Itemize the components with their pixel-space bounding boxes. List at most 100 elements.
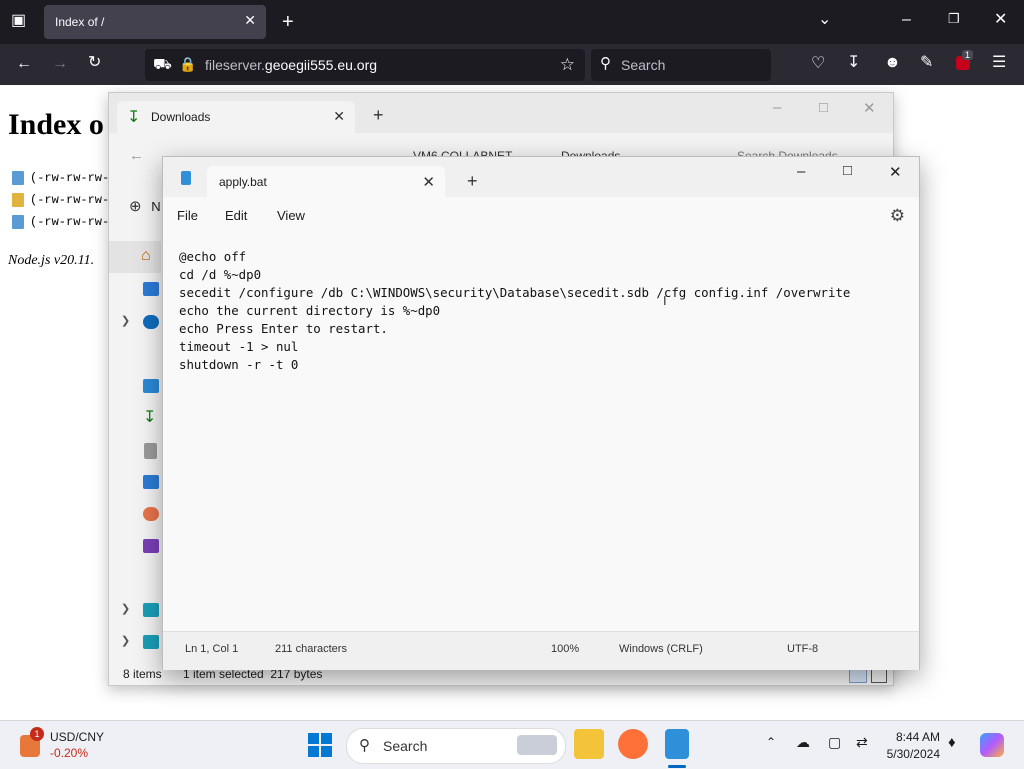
- settings-gear-icon[interactable]: ⚙: [890, 206, 905, 226]
- new-tab-icon[interactable]: +: [373, 105, 384, 126]
- listing-row[interactable]: (-rw-rw-rw-: [12, 193, 109, 207]
- file-explorer-taskbar-icon[interactable]: [574, 729, 604, 759]
- browser-tab-active[interactable]: Index of / ✕: [44, 5, 266, 39]
- new-tab-icon[interactable]: +: [282, 12, 294, 32]
- notepad-taskbar-icon[interactable]: [665, 729, 689, 759]
- sidebar-item-home[interactable]: ⌂: [109, 241, 161, 273]
- close-window-icon[interactable]: ✕: [889, 163, 902, 181]
- listing-row[interactable]: (-rw-rw-rw-: [12, 215, 109, 229]
- listing-perms: (-rw-rw-rw-: [30, 215, 110, 230]
- downloads-icon[interactable]: ↧: [847, 55, 860, 71]
- shield-icon[interactable]: ⛟: [153, 57, 172, 72]
- notepad-editor[interactable]: @echo off cd /d %~dp0 secedit /configure…: [163, 235, 919, 631]
- close-window-icon[interactable]: ✕: [863, 99, 876, 117]
- zip-file-icon: [12, 193, 24, 207]
- search-icon: ⚲: [600, 55, 611, 72]
- onedrive-icon[interactable]: [143, 315, 159, 329]
- back-icon[interactable]: ←: [129, 147, 144, 164]
- notepad-tab[interactable]: apply.bat ✕: [207, 166, 445, 197]
- notepad-app-icon: [181, 171, 191, 185]
- expand-chevron-icon[interactable]: ❯: [121, 634, 130, 647]
- extensions-icon[interactable]: ✎: [920, 55, 933, 71]
- new-button[interactable]: ⊕ N: [129, 197, 161, 215]
- close-tab-icon[interactable]: ✕: [422, 173, 435, 191]
- clock-time[interactable]: 8:44 AM: [896, 730, 940, 744]
- listing-perms: (-rw-rw-rw-: [30, 193, 110, 208]
- maximize-icon[interactable]: □: [843, 162, 852, 179]
- reload-icon[interactable]: ↻: [88, 55, 101, 71]
- show-hidden-icons-icon[interactable]: ⌃: [766, 735, 776, 749]
- desktop-icon[interactable]: [143, 379, 159, 393]
- minimize-icon[interactable]: –: [902, 12, 911, 28]
- bookmark-star-icon[interactable]: ☆: [560, 56, 575, 73]
- browser-search-bar[interactable]: ⚲ Search: [591, 49, 771, 81]
- new-tab-icon[interactable]: +: [467, 171, 478, 192]
- status-encoding: UTF-8: [787, 643, 819, 655]
- page-title: Index o: [8, 108, 104, 141]
- browser-search-placeholder: Search: [621, 57, 666, 73]
- copilot-icon[interactable]: [980, 733, 1004, 757]
- download-folder-icon: ↧: [127, 109, 141, 126]
- expand-chevron-icon[interactable]: ❯: [121, 314, 130, 327]
- videos-icon[interactable]: [143, 539, 159, 553]
- expand-chevron-icon[interactable]: ❯: [121, 602, 130, 615]
- browser-tab-title: Index of /: [55, 15, 105, 29]
- close-tab-icon[interactable]: ✕: [244, 12, 256, 29]
- clock-date[interactable]: 5/30/2024: [887, 747, 940, 761]
- network-icon[interactable]: ⇄: [856, 734, 868, 751]
- listing-row[interactable]: (-rw-rw-rw-: [12, 171, 109, 185]
- search-icon: ⚲: [359, 737, 370, 754]
- url-domain: geoegii555.eu.org: [264, 57, 378, 73]
- search-highlight-image: [517, 735, 557, 755]
- status-characters: 211 characters: [275, 643, 347, 655]
- status-position: Ln 1, Col 1: [185, 643, 239, 655]
- list-tabs-icon[interactable]: ⌄: [818, 12, 831, 28]
- firefox-taskbar-icon[interactable]: [618, 729, 648, 759]
- minimize-icon[interactable]: –: [773, 99, 781, 116]
- start-button[interactable]: [308, 733, 332, 757]
- lock-icon[interactable]: 🔒: [179, 57, 196, 71]
- editor-text[interactable]: @echo off cd /d %~dp0 secedit /configure…: [179, 248, 850, 374]
- display-icon[interactable]: ▢: [828, 734, 841, 751]
- file-icon: [12, 215, 24, 229]
- documents-icon[interactable]: [144, 443, 157, 459]
- notepad-title-bar: apply.bat ✕ + – □ ✕: [163, 157, 919, 197]
- gallery-icon[interactable]: [143, 282, 159, 296]
- widgets-button[interactable]: 1: [14, 727, 48, 761]
- music-icon[interactable]: [143, 507, 159, 521]
- pictures-icon[interactable]: [143, 475, 159, 489]
- url-text[interactable]: fileserver.geoegii555.eu.org: [205, 57, 377, 73]
- back-icon[interactable]: ←: [16, 56, 32, 72]
- this-pc-icon[interactable]: [143, 603, 159, 617]
- minimize-icon[interactable]: –: [797, 163, 805, 180]
- menu-file[interactable]: File: [177, 208, 198, 223]
- account-icon[interactable]: ☻: [884, 55, 901, 71]
- taskbar-search[interactable]: ⚲ Search: [346, 728, 566, 764]
- status-zoom: 100%: [551, 643, 580, 655]
- taskbar: 1 USD/CNY -0.20% ⚲ Search ⌃ ☁ ▢ ⇄ 8:44 A…: [0, 720, 1024, 769]
- downloads-icon[interactable]: ↧: [143, 407, 156, 427]
- plus-circle-icon: ⊕: [129, 198, 142, 215]
- explorer-tab-bar: ↧ Downloads ✕ + – □ ✕: [109, 93, 893, 133]
- tab-overview-icon[interactable]: ▣: [11, 13, 26, 29]
- forward-icon[interactable]: →: [52, 56, 68, 72]
- pocket-icon[interactable]: ♡: [811, 56, 825, 72]
- onedrive-offline-icon[interactable]: ☁: [796, 734, 810, 751]
- page-footer: Node.js v20.11.: [8, 253, 95, 268]
- status-line-endings: Windows (CRLF): [619, 643, 703, 655]
- maximize-icon[interactable]: □: [819, 99, 828, 116]
- extension-badge: 1: [962, 50, 974, 60]
- network-icon[interactable]: [143, 635, 159, 649]
- menu-view[interactable]: View: [277, 208, 305, 223]
- menu-icon[interactable]: ☰: [992, 55, 1006, 71]
- notepad-window[interactable]: apply.bat ✕ + – □ ✕ File Edit View ⚙ @ec…: [162, 156, 920, 670]
- taskbar-search-label: Search: [383, 738, 428, 754]
- url-subdomain: fileserver.: [205, 57, 265, 73]
- close-tab-icon[interactable]: ✕: [333, 108, 345, 125]
- notification-bell-icon[interactable]: ♦: [948, 734, 956, 751]
- url-bar[interactable]: ⛟ 🔒 fileserver.geoegii555.eu.org ☆: [145, 49, 585, 81]
- menu-edit[interactable]: Edit: [225, 208, 247, 223]
- close-window-icon[interactable]: ✕: [994, 12, 1007, 28]
- explorer-tab[interactable]: ↧ Downloads ✕: [117, 101, 355, 133]
- restore-icon[interactable]: ❐: [948, 12, 960, 25]
